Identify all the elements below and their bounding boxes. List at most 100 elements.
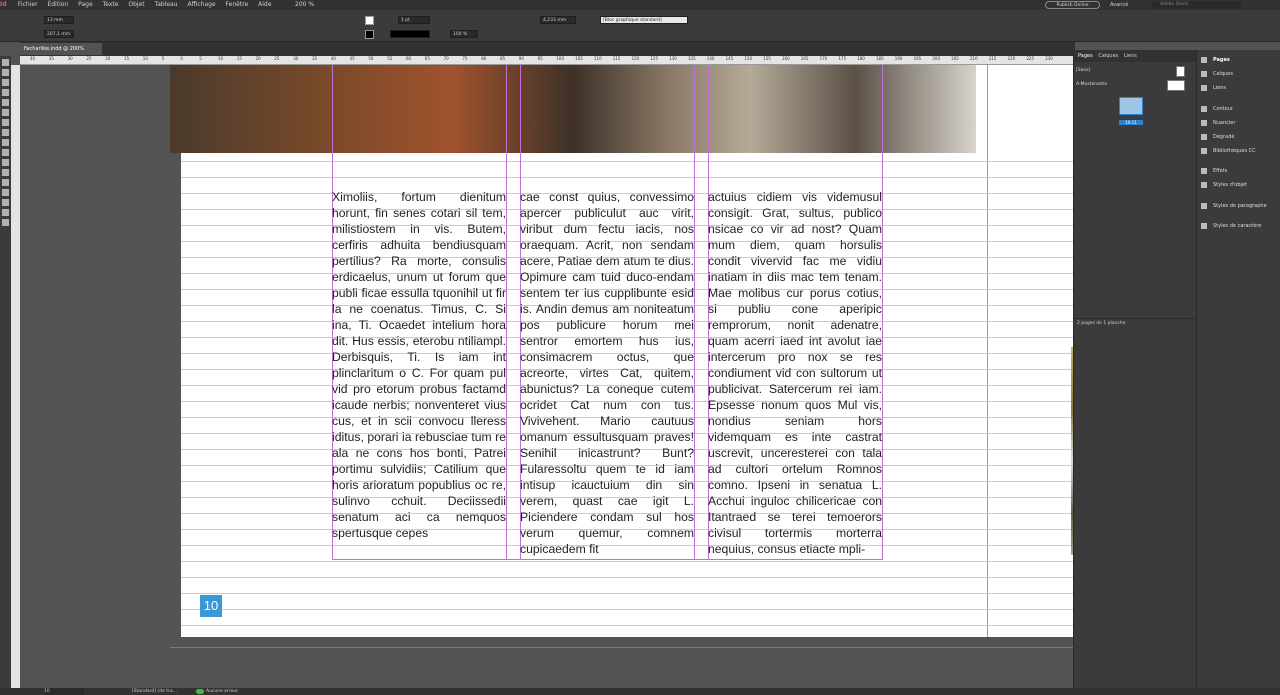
type-tool-icon[interactable] xyxy=(2,99,9,106)
gap-tool-icon[interactable] xyxy=(2,89,9,96)
side-item-nuancier[interactable]: Nuancier xyxy=(1201,118,1235,128)
page-number[interactable]: 10 xyxy=(200,595,222,617)
tab-liens[interactable]: Liens xyxy=(1124,53,1137,59)
none-master-row[interactable]: [Sans] xyxy=(1076,65,1186,76)
side-item-effets[interactable]: Effets xyxy=(1201,166,1227,176)
ruler-tick-label: 50 xyxy=(368,56,374,61)
ruler-tick-label: 120 xyxy=(631,56,640,61)
ruler-tick-label: 125 xyxy=(650,56,659,61)
gutter-field[interactable]: 4,233 mm xyxy=(540,16,576,24)
menu-fichier[interactable]: Fichier xyxy=(18,0,38,10)
menu-page[interactable]: Page xyxy=(78,0,93,10)
ruler-tick-label: 25 xyxy=(274,56,280,61)
side-panel-dock: Pages Calques Liens Contour Nuancier Dég… xyxy=(1196,50,1280,695)
ruler-tick-label: 140 xyxy=(706,56,715,61)
ruler-tick-label: 65 xyxy=(424,56,430,61)
stroke-swatch[interactable] xyxy=(365,30,374,39)
side-item-paragraph-styles[interactable]: Styles de paragraphe xyxy=(1201,201,1267,211)
ruler-tick-label: 185 xyxy=(876,56,884,61)
side-item-label: Liens xyxy=(1213,85,1227,91)
side-item-label: Contour xyxy=(1213,106,1233,112)
stroke-type-select[interactable] xyxy=(390,30,430,38)
menu-edition[interactable]: Édition xyxy=(47,0,68,10)
vertical-ruler[interactable] xyxy=(11,65,20,695)
side-item-pages[interactable]: Pages xyxy=(1201,55,1230,65)
pasteboard[interactable]: Ximoliis, fortum dienitum horunt, fin se… xyxy=(20,65,1187,688)
side-item-object-styles[interactable]: Styles d'objet xyxy=(1201,180,1247,190)
x-field[interactable]: 13 mm xyxy=(44,16,74,24)
rectangle-frame-tool-icon[interactable] xyxy=(2,139,9,146)
ruler-tick-label: 45 xyxy=(349,56,355,61)
text-frame-bottom-edge xyxy=(332,559,882,560)
side-item-label: Dégradé xyxy=(1213,134,1235,140)
line-tool-icon[interactable] xyxy=(2,109,9,116)
document-tab-strip xyxy=(20,42,1075,56)
ruler-tick-label: 90 xyxy=(518,56,524,61)
side-item-degrade[interactable]: Dégradé xyxy=(1201,132,1234,142)
side-item-calques[interactable]: Calques xyxy=(1201,69,1233,79)
zoom-level[interactable]: 200 % xyxy=(295,0,314,10)
workspace-switcher[interactable]: Avancé xyxy=(1110,0,1128,10)
tab-calques[interactable]: Calques xyxy=(1098,53,1118,59)
side-item-cc-libraries[interactable]: Bibliothèques CC xyxy=(1201,146,1256,156)
ruler-tick-label: 40 xyxy=(30,56,36,61)
pages-panel-footer: 2 pages de 1 planche xyxy=(1074,318,1197,328)
side-item-label: Nuancier xyxy=(1213,120,1236,126)
preflight-profile[interactable]: [Standard] (de tra... xyxy=(132,688,190,695)
eyedropper-tool-icon[interactable] xyxy=(2,199,9,206)
note-tool-icon[interactable] xyxy=(2,189,9,196)
text-column-3[interactable]: actuius cidiem vis videmusul consigit. G… xyxy=(708,189,882,557)
effects-icon xyxy=(1201,167,1207,174)
master-thumbnail[interactable] xyxy=(1167,80,1185,91)
menu-affichage[interactable]: Affichage xyxy=(187,0,215,10)
ruler-tick-label: 30 xyxy=(67,56,73,61)
menu-tableau[interactable]: Tableau xyxy=(155,0,178,10)
menu-objet[interactable]: Objet xyxy=(128,0,144,10)
text-column-1[interactable]: Ximoliis, fortum dienitum horunt, fin se… xyxy=(332,189,506,557)
ruler-tick-label: 110 xyxy=(594,56,602,61)
links-icon xyxy=(1201,84,1207,91)
publish-online-button[interactable]: Publish Online xyxy=(1045,1,1100,9)
side-item-label: Effets xyxy=(1213,168,1228,174)
page-navigation-field[interactable]: 10 xyxy=(44,688,84,695)
none-master-thumbnail[interactable] xyxy=(1176,66,1185,77)
pen-tool-icon[interactable] xyxy=(2,119,9,126)
free-transform-tool-icon[interactable] xyxy=(2,169,9,176)
stroke-icon xyxy=(1201,105,1207,112)
side-item-contour[interactable]: Contour xyxy=(1201,104,1233,114)
spread-thumbnail[interactable] xyxy=(1119,97,1143,115)
menu-fenetre[interactable]: Fenêtre xyxy=(226,0,249,10)
pencil-tool-icon[interactable] xyxy=(2,129,9,136)
ruler-tick-label: 165 xyxy=(800,56,809,61)
preflight-errors[interactable]: Aucune erreur xyxy=(206,688,256,695)
stock-search-input[interactable]: Adobe Stock xyxy=(1152,1,1242,9)
page-tool-icon[interactable] xyxy=(2,79,9,86)
document-tab[interactable]: Facharlike.indd @ 200% xyxy=(20,43,102,55)
tab-pages[interactable]: Pages xyxy=(1078,53,1093,59)
object-style-select[interactable]: [Bloc graphique standard] xyxy=(600,16,688,24)
direct-selection-tool-icon[interactable] xyxy=(2,69,9,76)
side-item-character-styles[interactable]: Styles de caractère xyxy=(1201,221,1261,231)
menu-aide[interactable]: Aide xyxy=(258,0,271,10)
app-logo: Id xyxy=(0,1,7,8)
selection-tool-icon[interactable] xyxy=(2,59,9,66)
side-item-liens[interactable]: Liens xyxy=(1201,83,1226,93)
opacity-field[interactable]: 100 % xyxy=(450,30,478,38)
rectangle-tool-icon[interactable] xyxy=(2,149,9,156)
stroke-weight-field[interactable]: 1 pt xyxy=(398,16,430,24)
ruler-tick-label: 155 xyxy=(763,56,771,61)
y-field[interactable]: 207,1 mm xyxy=(44,30,74,38)
status-bar: 10 [Standard] (de tra... Aucune erreur xyxy=(0,688,1280,695)
fill-swatch[interactable] xyxy=(365,16,374,25)
text-column-2[interactable]: cae const quius, convessimo apercer publ… xyxy=(520,189,694,557)
menu-texte[interactable]: Texte xyxy=(103,0,119,10)
horizontal-ruler[interactable]: 40 35 30 25 20 15 10 5 0 5 10 15 20 25 30 35 40 45 50 55 60 6… xyxy=(20,56,1075,65)
ruler-tick-label: 145 xyxy=(725,56,734,61)
ruler-tick-label: 135 xyxy=(688,56,696,61)
hand-tool-icon[interactable] xyxy=(2,209,9,216)
zoom-tool-icon[interactable] xyxy=(2,219,9,226)
ruler-tick-label: 60 xyxy=(406,56,412,61)
pages-panel-tabs: Pages Calques Liens xyxy=(1074,50,1196,62)
scissors-tool-icon[interactable] xyxy=(2,159,9,166)
gradient-tool-icon[interactable] xyxy=(2,179,9,186)
